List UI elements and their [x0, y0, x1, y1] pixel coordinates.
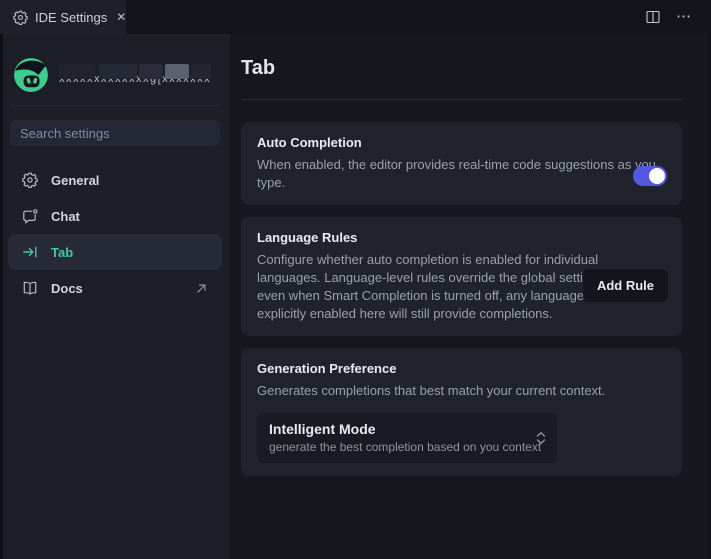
close-tab-icon[interactable]: ✕: [116, 9, 126, 25]
user-avatar: [14, 58, 48, 92]
tab-ide-settings[interactable]: IDE Settings ✕: [0, 0, 126, 34]
sidebar-item-label: Docs: [51, 281, 83, 296]
chevron-up-down-icon: [535, 430, 547, 446]
settings-content: Tab Auto Completion When enabled, the ed…: [230, 34, 711, 559]
sidebar-item-label: Chat: [51, 209, 80, 224]
settings-sidebar: xxxxxxxxxxxxxg[xxxxxxx]: [0, 34, 230, 559]
select-value: Intelligent Mode: [269, 421, 527, 437]
settings-nav: General Chat: [0, 162, 230, 306]
page-title: Tab: [241, 57, 682, 80]
sidebar-item-docs[interactable]: Docs: [8, 270, 222, 306]
tab-title: IDE Settings: [35, 10, 107, 25]
generation-mode-select[interactable]: Intelligent Mode generate the best compl…: [257, 413, 557, 463]
more-actions-icon[interactable]: ⋯: [676, 0, 693, 34]
sidebar-item-tab[interactable]: Tab: [8, 234, 222, 270]
gear-icon: [22, 172, 38, 188]
redaction-box: [59, 64, 95, 79]
redaction-box: [99, 64, 137, 79]
section-title: Language Rules: [257, 230, 666, 245]
select-value-description: generate the best completion based on yo…: [269, 440, 527, 454]
title-divider: [241, 99, 682, 100]
chat-icon: [22, 208, 38, 224]
add-rule-button[interactable]: Add Rule: [583, 269, 668, 302]
section-title: Generation Preference: [257, 361, 666, 376]
user-account-row[interactable]: xxxxxxxxxxxxxg[xxxxxxx]: [0, 58, 230, 92]
section-description: Generates completions that best match yo…: [257, 382, 666, 400]
sidebar-item-label: General: [51, 173, 99, 188]
auto-completion-toggle[interactable]: [633, 166, 667, 186]
generation-preference-card: Generation Preference Generates completi…: [241, 348, 682, 476]
search-settings-input[interactable]: [10, 120, 220, 146]
auto-completion-card: Auto Completion When enabled, the editor…: [241, 122, 682, 205]
book-icon: [22, 280, 38, 296]
window-left-edge: [0, 34, 3, 559]
redaction-box: [139, 64, 163, 79]
sidebar-item-chat[interactable]: Chat: [8, 198, 222, 234]
gear-icon: [13, 10, 28, 25]
editor-tab-bar: IDE Settings ✕ ⋯: [0, 0, 711, 34]
split-editor-icon[interactable]: [645, 9, 661, 25]
language-rules-card: Language Rules Configure whether auto co…: [241, 217, 682, 336]
section-description: Configure whether auto completion is ena…: [257, 251, 609, 323]
external-link-icon: [195, 282, 208, 295]
redaction-box: [165, 64, 189, 79]
section-description: When enabled, the editor provides real-t…: [257, 156, 657, 192]
sidebar-item-label: Tab: [51, 245, 73, 260]
toggle-knob: [649, 168, 665, 184]
tab-bar-actions: ⋯: [645, 0, 693, 34]
redaction-box: [191, 64, 211, 79]
section-title: Auto Completion: [257, 135, 666, 150]
sidebar-item-general[interactable]: General: [8, 162, 222, 198]
ide-settings-window: IDE Settings ✕ ⋯: [0, 0, 711, 559]
user-name-redacted: xxxxxxxxxxxxxg[xxxxxxx]: [59, 64, 211, 86]
tab-key-icon: [22, 244, 38, 260]
sidebar-divider: [10, 105, 220, 106]
